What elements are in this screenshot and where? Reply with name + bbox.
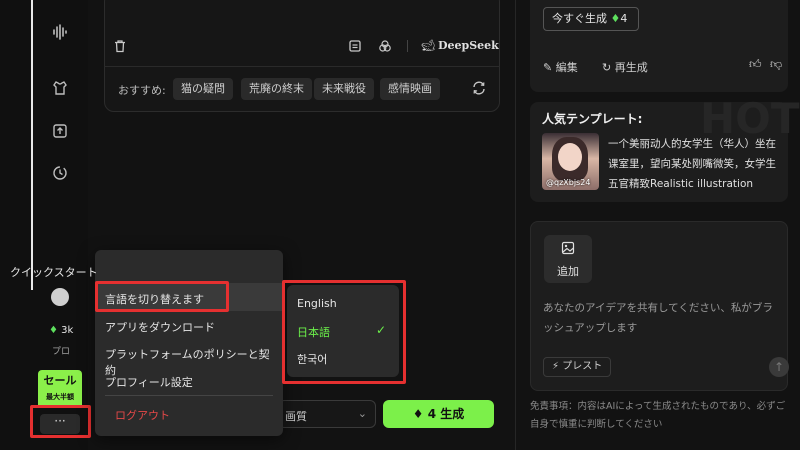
menu-divider xyxy=(105,395,273,396)
menu-item-logout[interactable]: ログアウト xyxy=(115,407,285,423)
trash-icon[interactable] xyxy=(112,38,128,54)
generate-now-label: 今すぐ生成 xyxy=(552,12,607,25)
plan-label: プロ xyxy=(52,347,71,357)
chip-recommend[interactable]: 感情映画 xyxy=(380,78,440,100)
flame-icon: ♦ xyxy=(412,407,424,421)
disclaimer-text: 免責事項：内容はAIによって生成されたものであり、必ずご自身で慎重に判断してくだ… xyxy=(530,401,786,430)
generate-button[interactable]: ♦ 4 生成 xyxy=(383,400,494,428)
send-arrow-icon[interactable]: ↑ xyxy=(769,357,789,377)
shirt-icon[interactable] xyxy=(50,78,70,98)
upload-shield-icon[interactable] xyxy=(50,121,70,141)
magic-wand-icon: ⚡︎ xyxy=(552,361,560,372)
credits-value: 3k xyxy=(61,325,74,336)
chevron-down-icon: ⌄ xyxy=(357,407,367,420)
chip-recommend[interactable]: 未来戦役 xyxy=(314,78,374,100)
add-label: 追加 xyxy=(557,265,579,278)
sale-title: セール xyxy=(43,374,77,387)
toolbar-separator xyxy=(407,40,408,52)
template-prompt-text[interactable]: 一个美丽动人的女学生（华人）坐在课室里，望向某处刚嘴微笑，女学生五官精致Real… xyxy=(608,134,783,194)
style-circles-icon[interactable] xyxy=(377,38,393,54)
save-icon[interactable] xyxy=(347,38,363,54)
menu-item-download-app[interactable]: アプリをダウンロード xyxy=(105,319,275,335)
chip-recommend[interactable]: 猫の疑問 xyxy=(173,78,233,100)
model-name[interactable]: DeepSeek xyxy=(438,39,499,52)
regenerate-button[interactable]: ↻ 再生成 xyxy=(602,59,648,75)
sale-subtitle: 最大半額 xyxy=(46,393,74,401)
thumbs-down-icon[interactable]: 👎︎ xyxy=(770,57,782,72)
template-thumbnail[interactable]: @qzXbjs24 xyxy=(542,133,599,190)
history-icon[interactable] xyxy=(50,163,70,183)
avatar[interactable] xyxy=(51,288,69,306)
add-image-button[interactable]: 追加 xyxy=(544,235,592,283)
quality-label: 画質 xyxy=(285,410,307,423)
refresh-icon[interactable] xyxy=(471,80,487,96)
chip-recommend[interactable]: 荒廃の終末 xyxy=(241,78,312,100)
preset-button[interactable]: ⚡︎ プレスト xyxy=(543,357,612,377)
sale-badge[interactable]: セール 最大半額 xyxy=(38,370,82,406)
generate-label: 4 生成 xyxy=(427,407,465,421)
generate-now-button[interactable]: 今すぐ生成 ♦4 xyxy=(543,7,639,31)
edit-button[interactable]: ✎ 編集 xyxy=(543,59,578,75)
flame-icon: ♦ xyxy=(610,12,621,25)
menu-item-profile-settings[interactable]: プロフィール設定 xyxy=(105,374,275,390)
card-divider xyxy=(104,66,500,67)
template-user: @qzXbjs24 xyxy=(546,178,591,187)
image-icon xyxy=(544,241,592,259)
highlight-language-submenu xyxy=(282,280,406,384)
refresh-icon: ↻ xyxy=(602,61,612,74)
sidebar-divider xyxy=(31,0,33,290)
generate-now-cost: 4 xyxy=(620,12,628,25)
credits-count: ♦ 3k xyxy=(49,325,73,336)
highlight-language-item xyxy=(95,281,229,312)
recommend-label: おすすめ: xyxy=(118,84,166,97)
menu-item-quick-start[interactable]: クイックスタート xyxy=(10,264,180,280)
regenerate-label: 再生成 xyxy=(614,61,648,74)
whale-icon: 🐋︎ xyxy=(421,39,435,52)
flame-icon: ♦ xyxy=(49,325,58,336)
column-divider xyxy=(515,0,516,450)
template-thumbnail-face xyxy=(558,143,582,171)
audio-wave-icon[interactable] xyxy=(50,22,70,42)
quality-select[interactable]: 画質 ⌄ xyxy=(278,400,376,428)
edit-label: 編集 xyxy=(555,61,578,74)
highlight-more-button xyxy=(30,405,91,438)
idea-input[interactable]: あなたのアイデアを共有してください、私がブラッシュアップします xyxy=(543,298,783,338)
thumbs-up-icon[interactable]: 👍︎ xyxy=(749,57,762,72)
pencil-icon: ✎ xyxy=(543,61,553,74)
preset-label: プレスト xyxy=(562,361,603,372)
template-heading: 人気テンプレート: xyxy=(542,112,643,126)
